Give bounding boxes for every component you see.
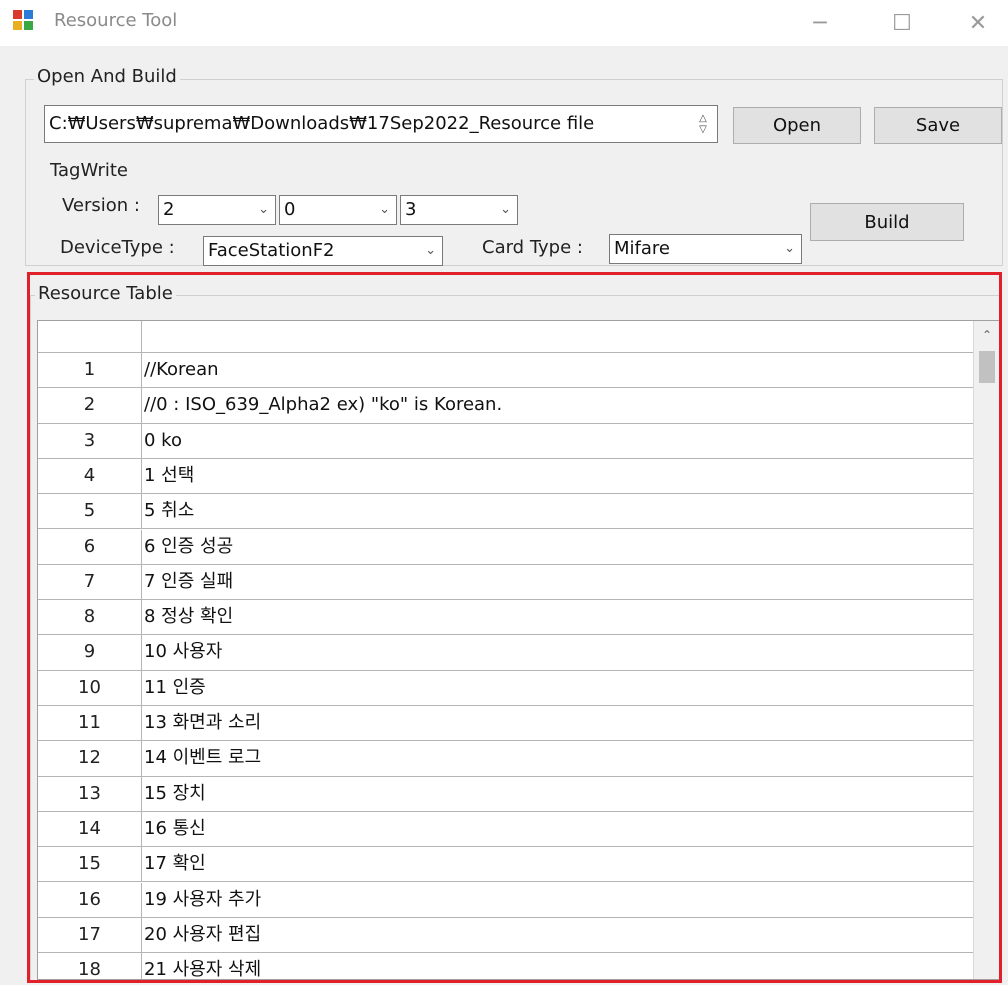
- minimize-button[interactable]: ─: [790, 0, 850, 46]
- version-patch-value: 3: [405, 199, 417, 220]
- chevron-down-icon: ⌄: [425, 243, 436, 258]
- chevron-down-icon: ⌄: [784, 241, 795, 256]
- device-type-value: FaceStationF2: [208, 240, 335, 261]
- tagwrite-label: TagWrite: [50, 160, 128, 181]
- spin-up-icon: △: [699, 113, 707, 124]
- chevron-down-icon: ⌄: [258, 202, 269, 217]
- open-and-build-label: Open And Build: [34, 66, 180, 87]
- save-button[interactable]: Save: [874, 107, 1002, 144]
- card-type-select[interactable]: Mifare ⌄: [609, 234, 802, 264]
- title-bar[interactable]: Resource Tool ─ ☐ ✕: [0, 0, 1008, 46]
- version-major-select[interactable]: 2 ⌄: [158, 195, 276, 225]
- device-type-select[interactable]: FaceStationF2 ⌄: [203, 236, 443, 266]
- version-label: Version :: [62, 195, 140, 216]
- card-type-value: Mifare: [614, 238, 670, 259]
- resource-path-value: C:₩Users₩suprema₩Downloads₩17Sep2022_Res…: [49, 113, 595, 134]
- window-title: Resource Tool: [54, 10, 178, 31]
- resource-tool-window: Resource Tool ─ ☐ ✕ Open And Build C:₩Us…: [0, 0, 1008, 985]
- version-minor-select[interactable]: 0 ⌄: [279, 195, 397, 225]
- build-button[interactable]: Build: [810, 203, 964, 241]
- path-spinner-icon[interactable]: △ ▽: [693, 110, 713, 138]
- chevron-down-icon: ⌄: [379, 202, 390, 217]
- close-button[interactable]: ✕: [948, 0, 1008, 46]
- open-button[interactable]: Open: [733, 107, 861, 144]
- version-major-value: 2: [163, 199, 175, 220]
- maximize-button[interactable]: ☐: [872, 0, 932, 46]
- resource-path-input[interactable]: C:₩Users₩suprema₩Downloads₩17Sep2022_Res…: [44, 105, 718, 143]
- spin-down-icon: ▽: [699, 124, 707, 135]
- card-type-label: Card Type :: [482, 237, 583, 258]
- version-minor-value: 0: [284, 199, 296, 220]
- highlight-frame: [27, 272, 1002, 983]
- version-patch-select[interactable]: 3 ⌄: [400, 195, 518, 225]
- chevron-down-icon: ⌄: [500, 202, 511, 217]
- device-type-label: DeviceType :: [60, 237, 175, 258]
- app-icon: [13, 10, 33, 30]
